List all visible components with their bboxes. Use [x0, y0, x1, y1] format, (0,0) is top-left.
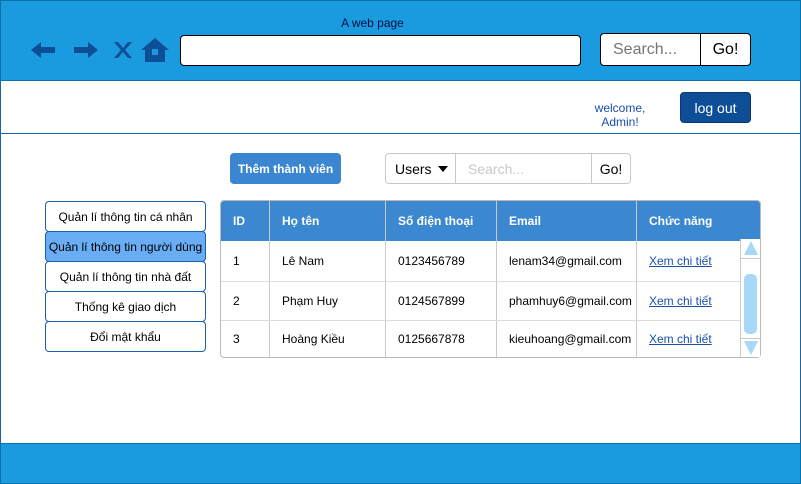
logout-button[interactable]: log out — [680, 92, 751, 123]
column-header-name: Họ tên — [282, 214, 320, 228]
scrollbar-thumb[interactable] — [744, 274, 757, 334]
back-arrow-icon[interactable] — [30, 36, 56, 64]
user-name: Admin! — [601, 115, 639, 129]
filter-dropdown[interactable]: Users — [386, 154, 456, 183]
sidebar-item-property-info[interactable]: Quản lí thông tin nhà đất — [45, 261, 206, 292]
sidebar-item-label: Đổi mật khẩu — [90, 329, 161, 344]
column-header-actions: Chức năng — [649, 214, 713, 228]
welcome-message: welcome, Admin! — [590, 101, 650, 129]
sidebar-item-user-info[interactable]: Quản lí thông tin người dùng — [45, 231, 206, 262]
column-header-id: ID — [233, 214, 245, 228]
sidebar-item-label: Quản lí thông tin người dùng — [48, 239, 203, 254]
sidebar-item-transaction-stats[interactable]: Thống kê giao dịch — [45, 291, 206, 322]
browser-search-input[interactable] — [600, 33, 701, 66]
welcome-line: welcome, — [594, 101, 646, 115]
view-details-link[interactable]: Xem chi tiết — [649, 254, 712, 268]
cell-name: Hoàng Kiều — [282, 332, 345, 346]
table-header: ID Họ tên Số điện thoại Email Chức năng — [221, 201, 760, 241]
column-header-email: Email — [509, 214, 542, 228]
user-search-go-button[interactable]: Go! — [592, 154, 630, 183]
forward-arrow-icon[interactable] — [73, 36, 99, 64]
view-details-link[interactable]: Xem chi tiết — [649, 294, 712, 308]
cell-id: 1 — [233, 254, 240, 268]
cell-phone: 0124567899 — [398, 294, 465, 308]
scrollbar-divider — [741, 338, 760, 339]
sidebar-item-label: Quản lí thông tin nhà đất — [59, 269, 192, 284]
cell-name: Lê Nam — [282, 254, 325, 268]
cell-phone: 0123456789 — [398, 254, 465, 268]
cell-action: Xem chi tiết — [637, 319, 712, 357]
sidebar-item-label: Thống kê giao dịch — [74, 299, 177, 314]
page-footer — [0, 443, 801, 484]
url-bar[interactable] — [180, 35, 581, 66]
column-header-phone: Số điện thoại — [398, 214, 474, 228]
cell-action: Xem chi tiết — [637, 281, 712, 321]
browser-go-button[interactable]: Go! — [700, 33, 751, 66]
caret-down-icon — [437, 165, 448, 172]
cell-email: lenam34@gmail.com — [509, 254, 622, 268]
sidebar-item-change-password[interactable]: Đổi mật khẩu — [45, 321, 206, 352]
close-icon[interactable] — [110, 36, 136, 64]
cell-id: 3 — [233, 332, 240, 346]
view-details-link[interactable]: Xem chi tiết — [649, 332, 712, 346]
sidebar-item-personal-info[interactable]: Quản lí thông tin cá nhân — [45, 201, 206, 232]
add-member-button[interactable]: Thêm thành viên — [230, 153, 341, 184]
users-table: ID Họ tên Số điện thoại Email Chức năng … — [220, 200, 761, 358]
filter-selected-value: Users — [395, 160, 432, 177]
window-title: A web page — [341, 16, 404, 30]
cell-action: Xem chi tiết — [637, 241, 712, 281]
user-search-input[interactable] — [456, 154, 592, 183]
home-icon[interactable] — [140, 36, 170, 64]
cell-name: Phạm Huy — [282, 294, 339, 308]
scrollbar-divider — [741, 258, 760, 259]
scroll-up-arrow-icon[interactable] — [744, 241, 758, 255]
cell-email: phamhuy6@gmail.com — [509, 294, 632, 308]
cell-id: 2 — [233, 294, 240, 308]
scroll-down-arrow-icon[interactable] — [744, 341, 758, 355]
cell-email: kieuhoang@gmail.com — [509, 332, 632, 346]
table-scrollbar[interactable] — [740, 239, 760, 357]
user-search-group: Users Go! — [385, 153, 631, 184]
cell-phone: 0125667878 — [398, 332, 465, 346]
sidebar-item-label: Quản lí thông tin cá nhân — [58, 209, 193, 224]
